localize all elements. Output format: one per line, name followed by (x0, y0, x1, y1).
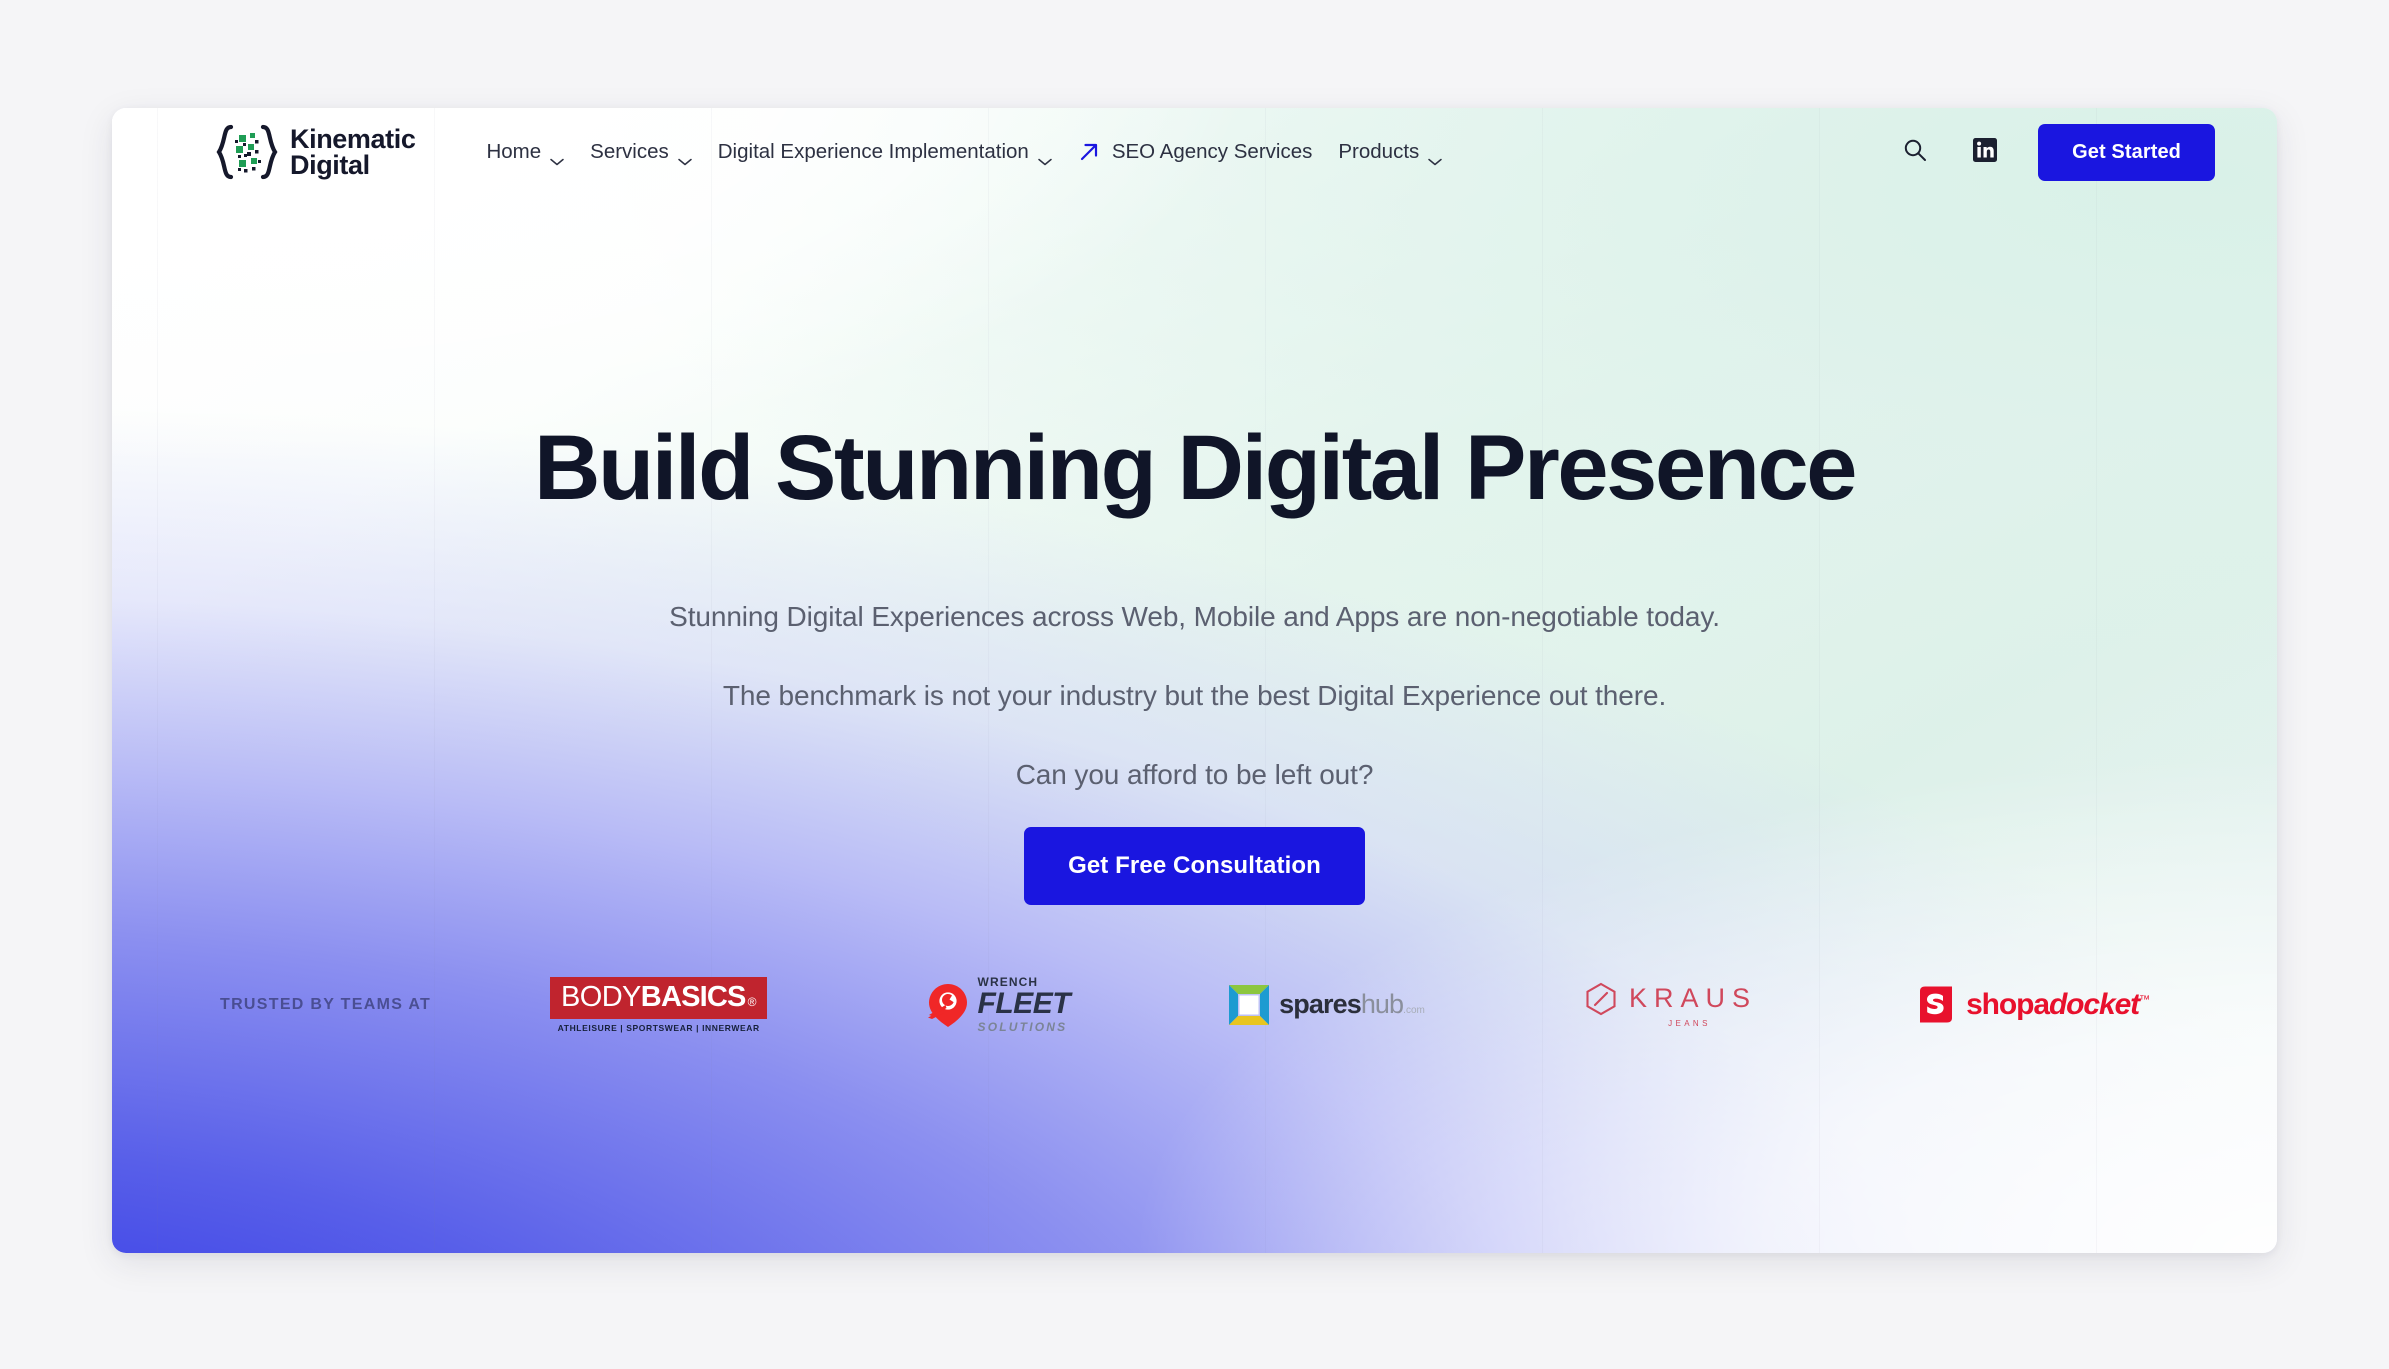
spareshub-wordmark: spareshub.com (1279, 989, 1425, 1020)
hero-subtitle-1: Stunning Digital Experiences across Web,… (669, 600, 1720, 632)
chevron-down-icon (678, 148, 692, 166)
shopadocket-s-badge-icon (1916, 985, 1956, 1025)
site-header: Kinematic Digital Home Services Digital … (112, 108, 2277, 196)
wrench-fleet-line3: SOLUTIONS (977, 1020, 1068, 1034)
nav-item-services[interactable]: Services (577, 132, 705, 172)
linkedin-button[interactable] (1968, 135, 2002, 169)
nav-item-digital-experience-implementation-label: Digital Experience Implementation (717, 140, 1029, 163)
spareshub-word-a: spares (1279, 989, 1362, 1019)
chevron-down-icon (550, 148, 564, 166)
hero-page-card: Kinematic Digital Home Services Digital … (112, 108, 2277, 1253)
brand-name-line1: Kinematic (290, 123, 416, 154)
kraus-wordmark: KRAUS (1628, 983, 1757, 1013)
chevron-down-icon (1428, 148, 1443, 166)
brand-name-line2: Digital (290, 150, 370, 180)
search-button[interactable] (1898, 135, 1932, 169)
nav-item-services-label: Services (590, 140, 669, 163)
bodybasics-registered-mark: ® (747, 994, 757, 1009)
linkedin-icon (1972, 137, 1998, 168)
get-free-consultation-button[interactable]: Get Free Consultation (1024, 826, 1365, 905)
kraus-hexagon-slash-icon (1584, 982, 1618, 1016)
nav-item-seo-agency-services-label: SEO Agency Services (1111, 140, 1313, 163)
nav-item-seo-agency-services[interactable]: SEO Agency Services (1065, 132, 1326, 172)
search-icon (1902, 137, 1928, 168)
get-started-button[interactable]: Get Started (2038, 123, 2215, 181)
hero-subtitle-2: The benchmark is not your industry but t… (722, 679, 1667, 711)
brand-logo[interactable]: Kinematic Digital (214, 123, 416, 181)
bodybasics-word-a: BODY (561, 980, 641, 1013)
wrench-fleet-line2: FLEET (977, 987, 1071, 1020)
page-title: Build Stunning Digital Presence (533, 417, 1858, 519)
client-logo-bodybasics[interactable]: BODY BASICS ® ATHLEISURE | SPORTSWEAR | … (550, 976, 768, 1033)
nav-item-products[interactable]: Products (1325, 132, 1455, 172)
nav-item-digital-experience-implementation[interactable]: Digital Experience Implementation (705, 132, 1065, 172)
client-logo-list: BODY BASICS ® ATHLEISURE | SPORTSWEAR | … (550, 976, 2169, 1033)
nav-item-home[interactable]: Home (473, 132, 577, 172)
kraus-subtitle: JEANS (1668, 1018, 1711, 1028)
shopadocket-trademark: ™ (2139, 993, 2150, 1006)
trusted-by-label: TRUSTED BY TEAMS AT (220, 995, 432, 1013)
bodybasics-word-b: BASICS (640, 980, 747, 1013)
client-logo-shopadocket[interactable]: shopadocket™ (1916, 985, 2150, 1025)
curly-brace-pixel-logo-icon (214, 123, 280, 181)
main-navigation: Home Services Digital Experience Impleme… (473, 132, 1455, 172)
shopadocket-wordmark: shopadocket™ (1966, 987, 2150, 1022)
bodybasics-tagline: ATHLEISURE | SPORTSWEAR | INNERWEAR (557, 1022, 760, 1033)
client-logo-wrench-fleet-solutions[interactable]: WRENCH FLEET SOLUTIONS (927, 976, 1071, 1033)
trusted-by-section: TRUSTED BY TEAMS AT BODY BASICS ® ATHLEI… (220, 976, 2169, 1033)
client-logo-spareshub[interactable]: spareshub.com (1229, 984, 1425, 1025)
chevron-down-icon (1038, 148, 1052, 166)
nav-item-products-label: Products (1338, 140, 1420, 163)
bodybasics-wordmark: BODY BASICS ® (550, 976, 768, 1019)
nav-item-home-label: Home (486, 140, 542, 163)
spareshub-square-frame-icon (1229, 984, 1270, 1025)
shopadocket-word-a: shopa (1966, 987, 2050, 1021)
hero-section: Build Stunning Digital Presence Stunning… (112, 196, 2277, 1253)
spareshub-word-b: hub (1360, 989, 1404, 1019)
header-actions: Get Started (1898, 123, 2215, 181)
spareshub-suffix: .com (1403, 1005, 1425, 1016)
wrench-pin-icon (927, 982, 969, 1028)
arrow-up-right-icon (1078, 141, 1100, 163)
hero-subtitle-3: Can you afford to be left out? (1015, 758, 1374, 790)
client-logo-kraus-jeans[interactable]: KRAUS JEANS (1584, 982, 1757, 1028)
shopadocket-word-b: docket (2048, 987, 2140, 1021)
brand-name: Kinematic Digital (290, 123, 416, 180)
